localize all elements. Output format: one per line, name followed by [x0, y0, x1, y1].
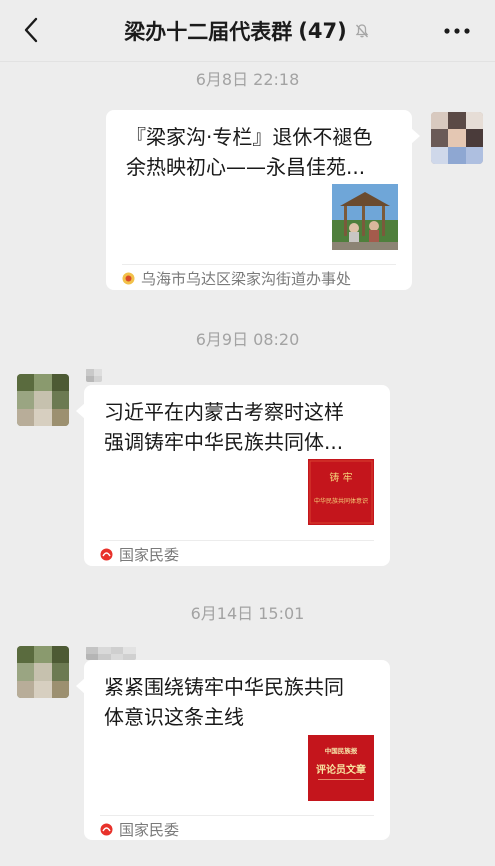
article-source: 国家民委 [100, 819, 179, 840]
timestamp: 6月9日 08:20 [195, 330, 300, 349]
avatar[interactable] [431, 112, 483, 164]
sender-name [86, 368, 102, 382]
article-card[interactable]: 『梁家沟·专栏』退休不褪色 余热映初心——永昌佳苑... 乌海市乌达区梁家沟街道… [106, 110, 420, 290]
avatar[interactable] [17, 374, 69, 426]
timestamp: 6月8日 22:18 [195, 70, 300, 89]
article-title: 习近平在内蒙古考察时这样 强调铸牢中华民族共同体... [104, 400, 344, 454]
article-card[interactable]: 紧紧围绕铸牢中华民族共同 体意识这条主线 中国民族报 评论员文章 国家民委 [76, 660, 390, 840]
chat-title-group: 梁办十二届代表群 (47) [124, 16, 370, 46]
article-thumbnail [332, 184, 398, 250]
member-count: (47) [298, 18, 347, 43]
back-button[interactable] [14, 13, 48, 47]
more-dots-icon [444, 28, 470, 34]
article-thumbnail: 铸 牢 中华民族共同体意识 [308, 459, 374, 525]
official-account-icon [100, 823, 113, 836]
svg-text:评论员文章: 评论员文章 [316, 763, 366, 776]
article-title: 紧紧围绕铸牢中华民族共同 体意识这条主线 [104, 675, 344, 729]
article-card[interactable]: 习近平在内蒙古考察时这样 强调铸牢中华民族共同体... 铸 牢 中华民族共同体意… [76, 385, 390, 566]
chevron-left-icon [24, 17, 38, 43]
svg-text:中国民族报: 中国民族报 [325, 746, 358, 755]
sender-name [86, 646, 136, 660]
chat-header: 梁办十二届代表群 (47) [0, 0, 495, 62]
official-account-icon [122, 272, 135, 285]
mute-bell-icon [353, 22, 371, 40]
article-source: 乌海市乌达区梁家沟街道办事处 [122, 268, 351, 289]
chat-title: 梁办十二届代表群 [124, 19, 293, 44]
timestamp: 6月14日 15:01 [190, 604, 305, 623]
avatar[interactable] [17, 646, 69, 698]
article-source: 国家民委 [100, 544, 179, 565]
official-account-icon [100, 548, 113, 561]
article-title: 『梁家沟·专栏』退休不褪色 余热映初心——永昌佳苑... [126, 125, 373, 179]
svg-text:中华民族共同体意识: 中华民族共同体意识 [314, 497, 368, 505]
svg-text:铸 牢: 铸 牢 [329, 471, 352, 484]
more-button[interactable] [437, 14, 477, 48]
article-thumbnail: 中国民族报 评论员文章 [308, 735, 374, 801]
